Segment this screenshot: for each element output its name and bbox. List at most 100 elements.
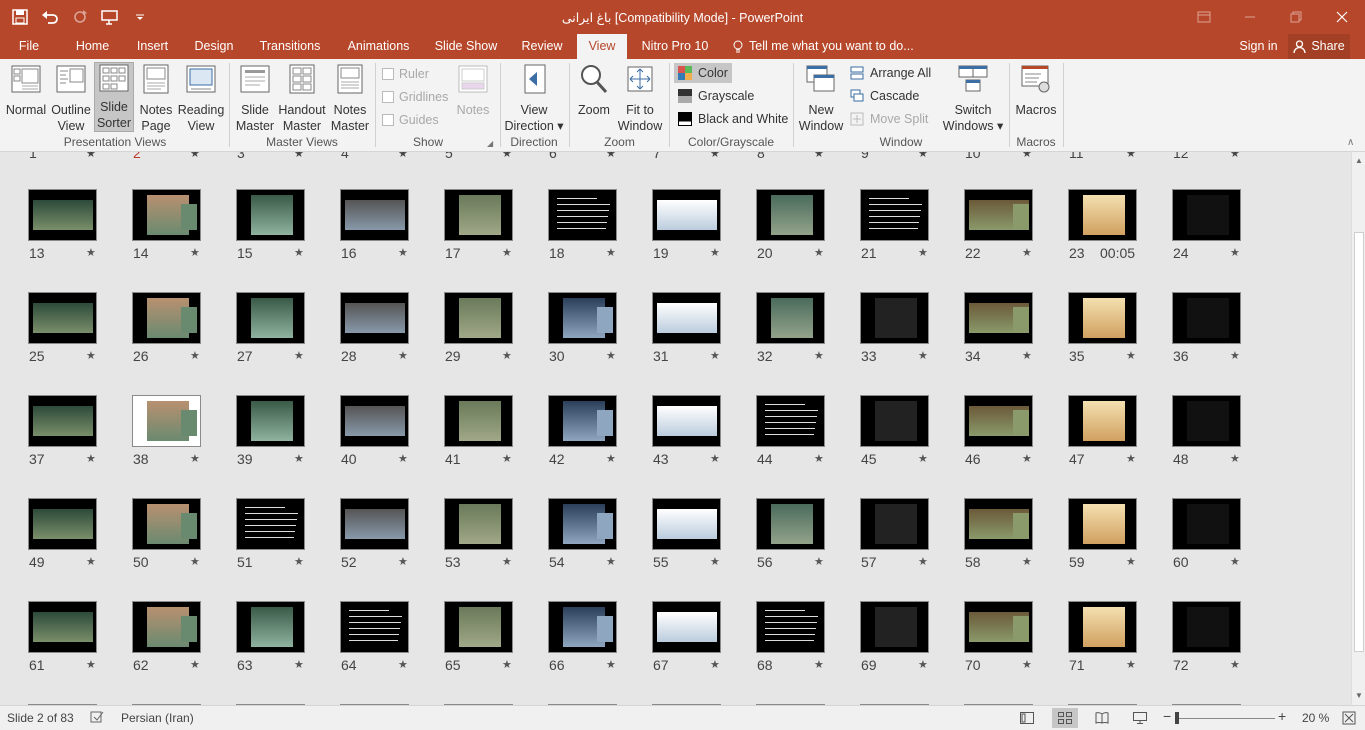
slide-thumbnail[interactable]: 16 ★ [340, 189, 444, 269]
scrollbar-thumb[interactable] [1354, 232, 1364, 652]
slide-thumbnail[interactable]: 36 ★ [1172, 292, 1276, 372]
slide-thumbnail[interactable]: 30 ★ [548, 292, 652, 372]
slide-thumbnail[interactable]: 33 ★ [860, 292, 964, 372]
tab-review[interactable]: Review [518, 34, 566, 59]
zoom-in-button[interactable]: + [1278, 708, 1286, 724]
slide-thumbnail[interactable]: 54 ★ [548, 498, 652, 578]
slide-thumbnail[interactable]: 22 ★ [964, 189, 1068, 269]
slide-thumbnail[interactable]: 63 ★ [236, 601, 340, 681]
tab-file[interactable]: File [10, 34, 48, 59]
macros-button[interactable]: Macros [1013, 62, 1059, 118]
close-icon[interactable] [1319, 0, 1365, 34]
zoom-level[interactable]: 20 % [1302, 711, 1329, 725]
slide-thumbnail[interactable]: 23 00:05 [1068, 189, 1172, 269]
slide-thumbnail[interactable]: 51 ★ [236, 498, 340, 578]
slide-thumbnail[interactable]: 17 ★ [444, 189, 548, 269]
slide-thumbnail[interactable]: 46 ★ [964, 395, 1068, 475]
slide-thumbnail[interactable]: 21 ★ [860, 189, 964, 269]
slide-thumbnail[interactable]: 34 ★ [964, 292, 1068, 372]
tab-animations[interactable]: Animations [341, 34, 416, 59]
slide-thumbnail[interactable]: 69 ★ [860, 601, 964, 681]
show-dialog-launcher-icon[interactable]: ◢ [487, 139, 493, 148]
slide-sorter-pane[interactable]: 1 ★ 2 ★ 3 ★ 4 ★ 5 ★ 6 ★ 7 ★ 8 ★ 9 ★ 10 ★ 11 ★ 12 ★ 13 ★ 14 ★ 15 ★ 16 ★ 1… [0, 152, 1351, 705]
ribbon-display-options-icon[interactable] [1181, 0, 1227, 34]
normal-view-status-icon[interactable] [1014, 708, 1040, 728]
scroll-up-icon[interactable]: ▲ [1352, 154, 1365, 168]
slide-thumbnail[interactable]: 53 ★ [444, 498, 548, 578]
slide-thumbnail[interactable]: 35 ★ [1068, 292, 1172, 372]
slide-thumbnail[interactable]: 24 ★ [1172, 189, 1276, 269]
cascade-button[interactable]: Cascade [846, 86, 923, 106]
normal-view-button[interactable]: Normal [4, 62, 48, 118]
arrange-all-button[interactable]: Arrange All [846, 63, 935, 83]
tab-design[interactable]: Design [190, 34, 238, 59]
slide-thumbnail[interactable]: 26 ★ [132, 292, 236, 372]
slide-thumbnail[interactable]: 28 ★ [340, 292, 444, 372]
zoom-slider[interactable] [1175, 718, 1275, 719]
slide-thumbnail[interactable]: 62 ★ [132, 601, 236, 681]
tab-home[interactable]: Home [70, 34, 115, 59]
slide-thumbnail[interactable]: 20 ★ [756, 189, 860, 269]
tab-view[interactable]: View [577, 34, 627, 59]
vertical-scrollbar[interactable]: ▲ ▼ [1351, 152, 1365, 705]
gridlines-checkbox[interactable]: Gridlines [382, 90, 448, 104]
slide-thumbnail[interactable]: 14 ★ [132, 189, 236, 269]
slide-thumbnail[interactable]: 47 ★ [1068, 395, 1172, 475]
fit-slide-to-window-icon[interactable] [1337, 708, 1361, 728]
slide-thumbnail[interactable]: 61 ★ [28, 601, 132, 681]
scroll-down-icon[interactable]: ▼ [1352, 689, 1365, 703]
guides-checkbox[interactable]: Guides [382, 113, 439, 127]
switch-windows-button[interactable]: Switch Windows ▾ [942, 62, 1004, 134]
slide-thumbnail[interactable]: 42 ★ [548, 395, 652, 475]
tab-nitro-pro[interactable]: Nitro Pro 10 [640, 34, 710, 59]
move-split-button[interactable]: Move Split [846, 109, 932, 129]
tab-slide-show[interactable]: Slide Show [432, 34, 500, 59]
slide-thumbnail[interactable]: 66 ★ [548, 601, 652, 681]
slide-thumbnail[interactable]: 56 ★ [756, 498, 860, 578]
slide-thumbnail[interactable]: 70 ★ [964, 601, 1068, 681]
tab-insert[interactable]: Insert [130, 34, 175, 59]
slide-thumbnail[interactable]: 43 ★ [652, 395, 756, 475]
fit-to-window-button[interactable]: Fit to Window [616, 62, 664, 134]
language-indicator[interactable]: Persian (Iran) [121, 711, 194, 725]
slide-thumbnail[interactable]: 68 ★ [756, 601, 860, 681]
grayscale-button[interactable]: Grayscale [674, 86, 758, 106]
tab-transitions[interactable]: Transitions [255, 34, 325, 59]
view-direction-button[interactable]: View Direction ▾ [504, 62, 564, 134]
zoom-out-button[interactable]: − [1163, 708, 1171, 724]
slide-thumbnail[interactable]: 38 ★ [132, 395, 236, 475]
slide-thumbnail[interactable]: 27 ★ [236, 292, 340, 372]
share-button[interactable]: Share [1288, 34, 1350, 59]
slide-thumbnail[interactable]: 64 ★ [340, 601, 444, 681]
minimize-icon[interactable] [1227, 0, 1273, 34]
black-and-white-button[interactable]: Black and White [674, 109, 792, 129]
slide-thumbnail[interactable]: 57 ★ [860, 498, 964, 578]
slide-thumbnail[interactable]: 31 ★ [652, 292, 756, 372]
notes-button[interactable]: Notes [454, 62, 492, 118]
slide-thumbnail[interactable]: 37 ★ [28, 395, 132, 475]
slide-thumbnail[interactable]: 49 ★ [28, 498, 132, 578]
zoom-button[interactable]: Zoom [575, 62, 613, 118]
slide-thumbnail[interactable]: 15 ★ [236, 189, 340, 269]
slide-thumbnail[interactable]: 60 ★ [1172, 498, 1276, 578]
slide-thumbnail[interactable]: 32 ★ [756, 292, 860, 372]
slide-thumbnail[interactable]: 65 ★ [444, 601, 548, 681]
slide-thumbnail[interactable]: 45 ★ [860, 395, 964, 475]
ruler-checkbox[interactable]: Ruler [382, 67, 429, 81]
spellcheck-icon[interactable] [90, 710, 104, 727]
slide-thumbnail[interactable]: 72 ★ [1172, 601, 1276, 681]
notes-master-button[interactable]: Notes Master [329, 62, 371, 134]
slide-thumbnail[interactable]: 67 ★ [652, 601, 756, 681]
sign-in-link[interactable]: Sign in [1236, 34, 1281, 59]
slide-thumbnail[interactable]: 29 ★ [444, 292, 548, 372]
slide-thumbnail[interactable]: 50 ★ [132, 498, 236, 578]
slide-sorter-button[interactable]: Slide Sorter [94, 62, 134, 132]
reading-view-button[interactable]: Reading View [177, 62, 225, 134]
slide-thumbnail[interactable]: 48 ★ [1172, 395, 1276, 475]
reading-view-status-icon[interactable] [1089, 708, 1115, 728]
slide-thumbnail[interactable]: 55 ★ [652, 498, 756, 578]
slide-show-status-icon[interactable] [1127, 708, 1153, 728]
color-button[interactable]: Color [674, 63, 732, 83]
slide-thumbnail[interactable]: 44 ★ [756, 395, 860, 475]
slide-thumbnail[interactable]: 40 ★ [340, 395, 444, 475]
